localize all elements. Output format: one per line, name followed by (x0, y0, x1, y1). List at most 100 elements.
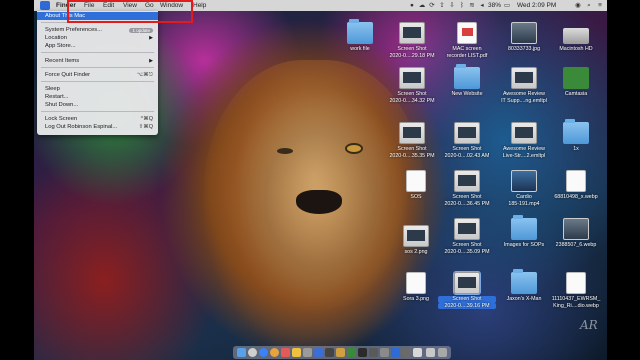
desktop-icon-folder[interactable]: Images for SOPs (495, 215, 553, 249)
menu-item-shut-down[interactable]: Shut Down... (37, 101, 158, 109)
download-icon[interactable]: ⇩ (448, 2, 456, 9)
menu-item-app-store[interactable]: App Store... (37, 42, 158, 50)
desktop-icon-screenshot[interactable]: Screen Shot 2020-0....35.09 PM (438, 218, 496, 255)
desktop-icon-screenshot[interactable]: Screen Shot 2020-0....29.18 PM (383, 22, 441, 59)
menu-item-log-out[interactable]: Log Out Robinson Espinal... ⇧⌘Q (37, 123, 158, 131)
cloud-icon[interactable]: ☁ (418, 2, 426, 9)
desktop-icon-email-template[interactable]: Awesome Review IT Supp....ng.emltpl (495, 67, 553, 104)
desktop-icon-webp[interactable]: 11110437_EWRSM_ King_Ri....dio.webp (547, 272, 605, 309)
dock-app-icon[interactable] (369, 348, 378, 357)
hard-drive-icon (563, 28, 589, 44)
bluetooth-icon[interactable]: ᛒ (458, 2, 466, 9)
pdf-file-icon (457, 22, 477, 44)
menu-finder[interactable]: Finder (56, 0, 76, 11)
menu-item-label: Log Out Robinson Espinal... (45, 124, 118, 130)
folder-icon (563, 119, 589, 144)
desktop-icon-folder[interactable]: New Website (438, 64, 496, 98)
desktop-icon-video[interactable]: Cardio 185-191.mp4 (495, 170, 553, 207)
menu-item-restart[interactable]: Restart... (37, 93, 158, 101)
desktop-icon-webp[interactable]: 68810498_x.webp (547, 170, 605, 201)
menu-item-lock-screen[interactable]: Lock Screen ^⌘Q (37, 115, 158, 123)
icon-label: New Website (451, 91, 483, 97)
menu-item-label: Restart... (45, 94, 69, 100)
image-file-icon (454, 218, 480, 240)
desktop-icon-screenshot[interactable]: Screen Shot 2020-0....02.43 AM (438, 122, 496, 159)
document-icon (406, 272, 426, 294)
menubar-clock[interactable]: Wed 2:09 PM (517, 0, 556, 11)
desktop-icon-png[interactable]: Sora 3.png (387, 272, 445, 303)
shortcut-label: ^⌘Q (140, 116, 153, 122)
menu-window[interactable]: Window (160, 0, 183, 11)
folder-icon (454, 64, 480, 89)
shortcut-label: ⌥⌘⎋ (136, 72, 153, 78)
dock-notes-icon[interactable] (292, 348, 301, 357)
desktop-icon-drive[interactable]: Macintosh HD (547, 22, 605, 53)
wifi-icon[interactable]: ≋ (468, 2, 476, 9)
icon-label: 2020-0....39.16 PM (438, 302, 496, 309)
search-icon[interactable]: ⌕ (585, 2, 593, 9)
record-icon[interactable]: ● (408, 2, 416, 9)
battery-percent[interactable]: 38% (488, 0, 501, 11)
desktop-icon-pdf[interactable]: MAC screen recorder LIST.pdf (438, 22, 496, 59)
dock-app-icon[interactable] (438, 348, 447, 357)
desktop-icon-file[interactable]: SOS (387, 170, 445, 201)
menu-item-system-preferences[interactable]: System Preferences... 1 update (37, 26, 158, 34)
dock-trash-icon[interactable] (426, 348, 435, 357)
dock-finder-icon[interactable] (237, 348, 246, 357)
apple-menu: About This Mac System Preferences... 1 up… (37, 11, 158, 135)
desktop-icon-screenshot-selected[interactable]: Screen Shot 2020-0....39.16 PM (438, 271, 496, 309)
sync-icon[interactable]: ⟳ (428, 2, 436, 9)
menu-help[interactable]: Help (193, 0, 206, 11)
dock-chrome-icon[interactable] (270, 348, 279, 357)
dock-launchpad-icon[interactable] (248, 348, 257, 357)
icon-label: 185-191.mp4 (508, 200, 540, 207)
menu-view[interactable]: View (123, 0, 137, 11)
desktop-icon-jpg[interactable]: 80333733.jpg (495, 22, 553, 53)
desktop: Finder File Edit View Go Window Help ● ☁… (34, 0, 607, 360)
dock-downloads-icon[interactable] (413, 348, 422, 357)
menu-item-label: About This Mac (45, 13, 86, 19)
menu-item-location[interactable]: Location ▶ (37, 34, 158, 42)
desktop-icon-screenshot[interactable]: Screen Shot 2020-0....36.45 PM (438, 170, 496, 207)
icon-label: 2020-0....34.32 PM (389, 97, 435, 104)
desktop-icon-screenshot[interactable]: Screen Shot 2020-0....34.32 PM (383, 67, 441, 104)
menu-edit[interactable]: Edit (103, 0, 114, 11)
menu-item-recent-items[interactable]: Recent Items ▶ (37, 57, 158, 65)
apple-logo-icon[interactable] (40, 1, 50, 10)
desktop-icon-camtasia[interactable]: Camtasia (547, 67, 605, 98)
dock-app-icon[interactable] (380, 348, 389, 357)
desktop-icon-screenshot[interactable]: Screen Shot 2020-0....35.35 PM (383, 122, 441, 159)
dock-photos-icon[interactable] (336, 348, 345, 357)
dock-terminal-icon[interactable] (325, 348, 334, 357)
desktop-icon-folder[interactable]: Jaxon's X-Man (495, 269, 553, 303)
desktop-icon-folder[interactable]: 1x (547, 119, 605, 153)
dock-app-icon[interactable] (391, 348, 400, 357)
icon-label: 2020-0....02.43 AM (444, 152, 490, 159)
dock-calendar-icon[interactable] (281, 348, 290, 357)
submenu-arrow-icon: ▶ (149, 35, 153, 41)
dock-app-icon[interactable] (358, 348, 367, 357)
menu-item-label: System Preferences... (45, 27, 103, 33)
volume-icon[interactable]: ◂ (478, 2, 486, 9)
menu-go[interactable]: Go (145, 0, 154, 11)
dock-app-icon[interactable] (402, 348, 411, 357)
desktop-icon-email-template[interactable]: Awesome Review Live-Str....2.emltpl (495, 122, 553, 159)
desktop-icon-webp[interactable]: 2388507_6.webp (547, 218, 605, 249)
menu-item-sleep[interactable]: Sleep (37, 85, 158, 93)
dock-camtasia-icon[interactable] (347, 348, 356, 357)
menu-file[interactable]: File (84, 0, 94, 11)
menu-item-about-this-mac[interactable]: About This Mac (37, 12, 158, 20)
menu-item-force-quit[interactable]: Force Quit Finder ⌥⌘⎋ (37, 71, 158, 79)
submenu-arrow-icon: ▶ (149, 58, 153, 64)
control-center-icon[interactable]: ≡ (596, 2, 604, 9)
dock-appstore-icon[interactable] (314, 348, 323, 357)
desktop-icon-folder[interactable]: work file (331, 19, 389, 53)
image-file-icon (399, 67, 425, 89)
upload-icon[interactable]: ⇪ (438, 2, 446, 9)
user-icon[interactable]: ◉ (574, 2, 582, 9)
dock-safari-icon[interactable] (259, 348, 268, 357)
dock-preview-icon[interactable] (303, 348, 312, 357)
battery-icon[interactable]: ▭ (502, 2, 512, 9)
desktop-icon-png[interactable]: sos 2.png (387, 225, 445, 256)
video-file-icon (511, 170, 537, 192)
